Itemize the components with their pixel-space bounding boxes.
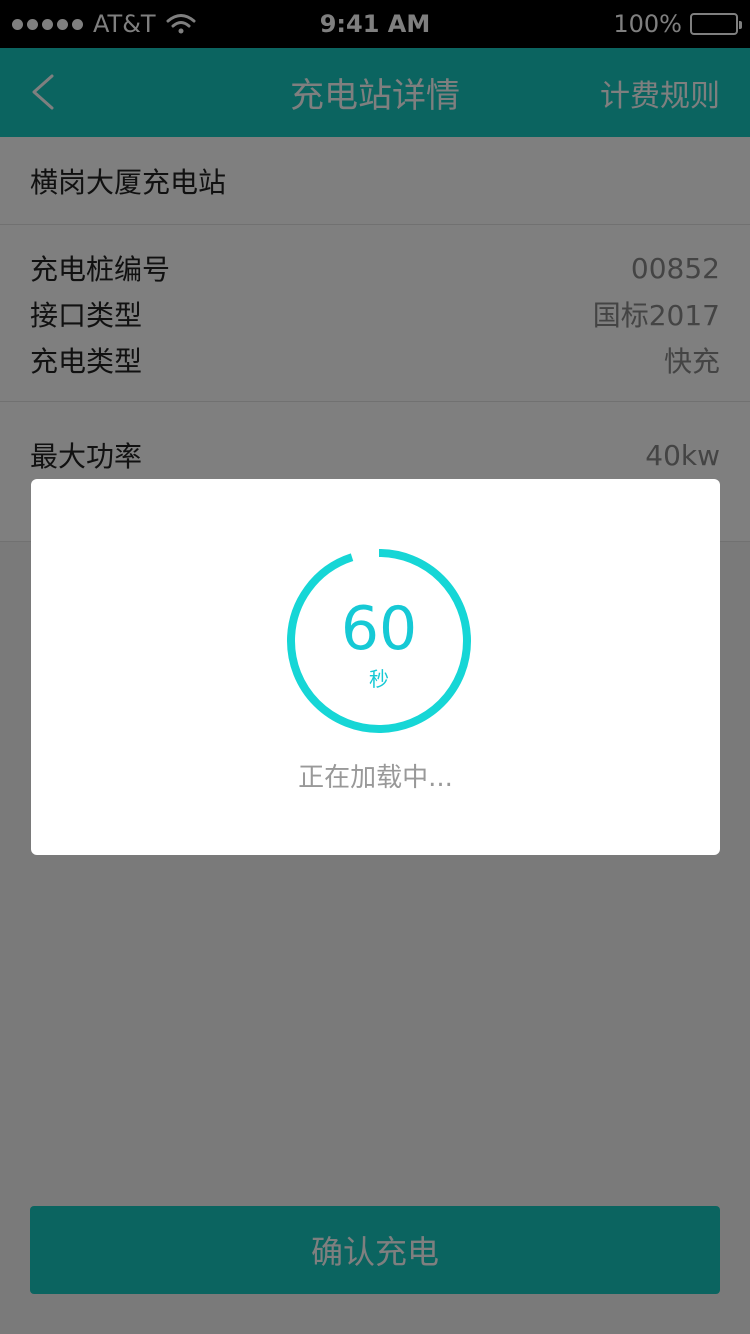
countdown-unit: 秒: [369, 667, 389, 691]
countdown-number: 60: [340, 594, 418, 664]
loading-dialog: 60 秒 正在加载中...: [31, 479, 720, 855]
loading-message: 正在加载中...: [298, 763, 453, 793]
